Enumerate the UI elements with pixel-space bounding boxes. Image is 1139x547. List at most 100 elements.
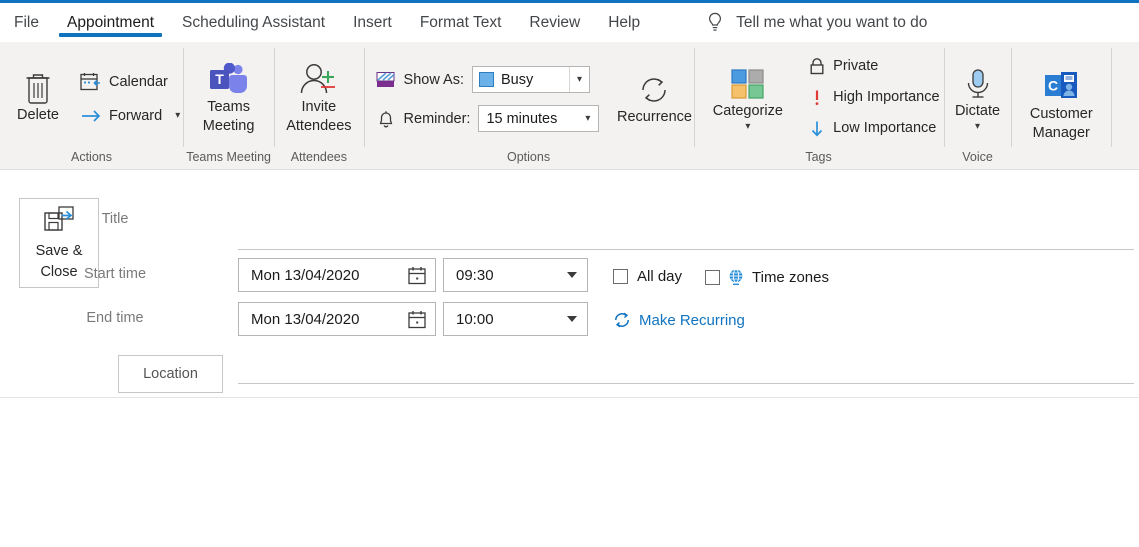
tell-me-label: Tell me what you want to do — [736, 13, 928, 31]
calendar-picker-icon[interactable] — [407, 310, 427, 329]
invite-attendees-button[interactable]: Invite Attendees — [278, 59, 359, 139]
reminder-dropdown[interactable]: 15 minutes ▾ — [478, 105, 600, 132]
exclamation-icon — [815, 90, 819, 105]
recurrence-small-icon — [615, 312, 629, 328]
tab-file-label: File — [14, 13, 39, 31]
tab-format-text-label: Format Text — [419, 13, 502, 31]
end-time-chevron-down-icon[interactable] — [567, 316, 577, 322]
customer-manager-label: Customer — [1029, 106, 1093, 122]
low-importance-button[interactable]: Low Importance — [804, 117, 943, 140]
arrow-down-icon — [812, 121, 823, 137]
start-date-value: Mon 13/04/2020 — [251, 266, 360, 284]
tab-file[interactable]: File — [0, 3, 53, 42]
ribbon-group-options-label: Options — [507, 150, 551, 164]
dictate-label: Dictate — [954, 102, 1001, 119]
end-time-value: 10:00 — [456, 310, 494, 328]
ribbon-group-voice-label: Voice — [962, 150, 993, 164]
forward-dropdown-chevron-down-icon[interactable]: ▾ — [175, 111, 180, 121]
forward-button[interactable]: Forward ▾ — [76, 106, 184, 126]
forward-label: Forward — [109, 108, 163, 124]
categorize-label: Categorize — [712, 102, 783, 119]
reminder-label: Reminder: — [403, 110, 471, 127]
appointment-window: File Appointment Scheduling Assistant In… — [0, 0, 1139, 547]
time-zones-checkbox-row[interactable]: Time zones — [705, 268, 829, 286]
save-and-close-label: Save & — [35, 243, 83, 259]
ribbon-tab-strip: File Appointment Scheduling Assistant In… — [0, 3, 1139, 42]
all-day-checkbox[interactable] — [613, 269, 628, 284]
make-recurring-label: Make Recurring — [639, 311, 745, 329]
location-input[interactable] — [238, 358, 1134, 384]
show-as-chevron-down-icon[interactable]: ▾ — [568, 67, 589, 92]
appointment-body[interactable] — [0, 398, 1139, 547]
tab-help-label: Help — [608, 13, 641, 31]
show-as-icon — [376, 71, 395, 87]
delete-button[interactable]: Delete — [10, 65, 66, 128]
private-button[interactable]: Private — [804, 55, 943, 78]
add-person-icon — [300, 64, 335, 94]
delete-label: Delete — [17, 106, 59, 123]
tab-help[interactable]: Help — [594, 3, 654, 42]
tab-appointment-label: Appointment — [66, 13, 155, 31]
time-zones-checkbox[interactable] — [705, 269, 720, 285]
tab-insert-label: Insert — [353, 13, 392, 31]
end-date-input[interactable]: Mon 13/04/2020 — [238, 302, 436, 336]
recurrence-icon — [642, 77, 667, 102]
high-importance-label: High Importance — [833, 89, 940, 105]
tab-scheduling-assistant-label: Scheduling Assistant — [182, 13, 326, 31]
microphone-icon — [967, 68, 988, 98]
make-recurring-link[interactable]: Make Recurring — [613, 311, 745, 329]
tab-appointment[interactable]: Appointment — [53, 3, 168, 42]
tab-insert[interactable]: Insert — [339, 3, 406, 42]
ribbon-group-teams-meeting-label: Teams Meeting — [186, 150, 271, 164]
ribbon-group-attendees-label: Attendees — [290, 150, 348, 164]
show-as-value: Busy — [501, 71, 534, 88]
start-time-value: 09:30 — [456, 266, 494, 284]
end-time-field-label: End time — [86, 310, 144, 326]
low-importance-label: Low Importance — [833, 120, 937, 136]
title-input[interactable] — [238, 224, 1134, 250]
lock-icon — [810, 57, 824, 74]
customer-manager-label2: Manager — [1032, 125, 1090, 141]
calendar-picker-icon[interactable] — [407, 266, 427, 285]
end-time-input[interactable]: 10:00 — [443, 302, 588, 336]
dictate-button[interactable]: Dictate ▾ — [947, 63, 1008, 136]
recurrence-button[interactable]: Recurrence — [615, 69, 693, 130]
teams-icon: T — [209, 63, 247, 93]
start-time-input[interactable]: 09:30 — [443, 258, 588, 292]
high-importance-button[interactable]: High Importance — [804, 86, 943, 109]
dictate-chevron-down-icon[interactable]: ▾ — [975, 121, 980, 132]
categorize-chevron-down-icon[interactable]: ▾ — [745, 121, 750, 132]
location-button[interactable]: Location — [118, 355, 223, 393]
teams-meeting-button[interactable]: T Teams Meeting — [195, 59, 263, 139]
tab-format-text[interactable]: Format Text — [406, 3, 516, 42]
all-day-checkbox-row[interactable]: All day — [613, 268, 682, 285]
tab-review[interactable]: Review — [515, 3, 594, 42]
globe-icon — [729, 269, 743, 285]
start-time-chevron-down-icon[interactable] — [567, 272, 577, 278]
ribbon: Delete Calendar Forward ▾ Actions T Team… — [0, 42, 1139, 170]
ribbon-group-actions: Delete Calendar Forward ▾ Actions — [0, 42, 183, 169]
start-date-input[interactable]: Mon 13/04/2020 — [238, 258, 436, 292]
teams-meeting-label: Teams — [207, 99, 250, 115]
reminder-chevron-down-icon[interactable]: ▾ — [585, 113, 598, 124]
calendar-button[interactable]: Calendar — [76, 70, 184, 94]
reminder-value: 15 minutes — [486, 110, 558, 127]
all-day-label: All day — [637, 268, 683, 285]
lightbulb-icon — [709, 12, 722, 31]
start-time-field-label: Start time — [83, 266, 147, 282]
ribbon-group-options: Show As: Busy ▾ Reminder: 15 minutes ▾ R… — [363, 42, 694, 169]
tab-review-label: Review — [529, 13, 581, 31]
show-as-dropdown[interactable]: Busy ▾ — [472, 66, 590, 93]
invite-attendees-label: Invite — [301, 99, 337, 115]
appointment-form: Save & Close Title Start time Mon 13/04/… — [0, 170, 1139, 547]
private-label: Private — [833, 58, 879, 74]
tab-scheduling-assistant[interactable]: Scheduling Assistant — [168, 3, 339, 42]
ribbon-group-voice: Dictate ▾ Voice — [943, 42, 1012, 169]
categorize-button[interactable]: Categorize ▾ — [708, 63, 789, 136]
tell-me-search[interactable]: Tell me what you want to do — [692, 12, 941, 34]
categorize-icon — [731, 68, 764, 99]
location-label: Location — [143, 366, 198, 382]
time-zones-label: Time zones — [752, 268, 829, 286]
customer-manager-button[interactable]: C Customer Manager — [1022, 66, 1101, 146]
arrow-right-icon — [82, 110, 101, 122]
